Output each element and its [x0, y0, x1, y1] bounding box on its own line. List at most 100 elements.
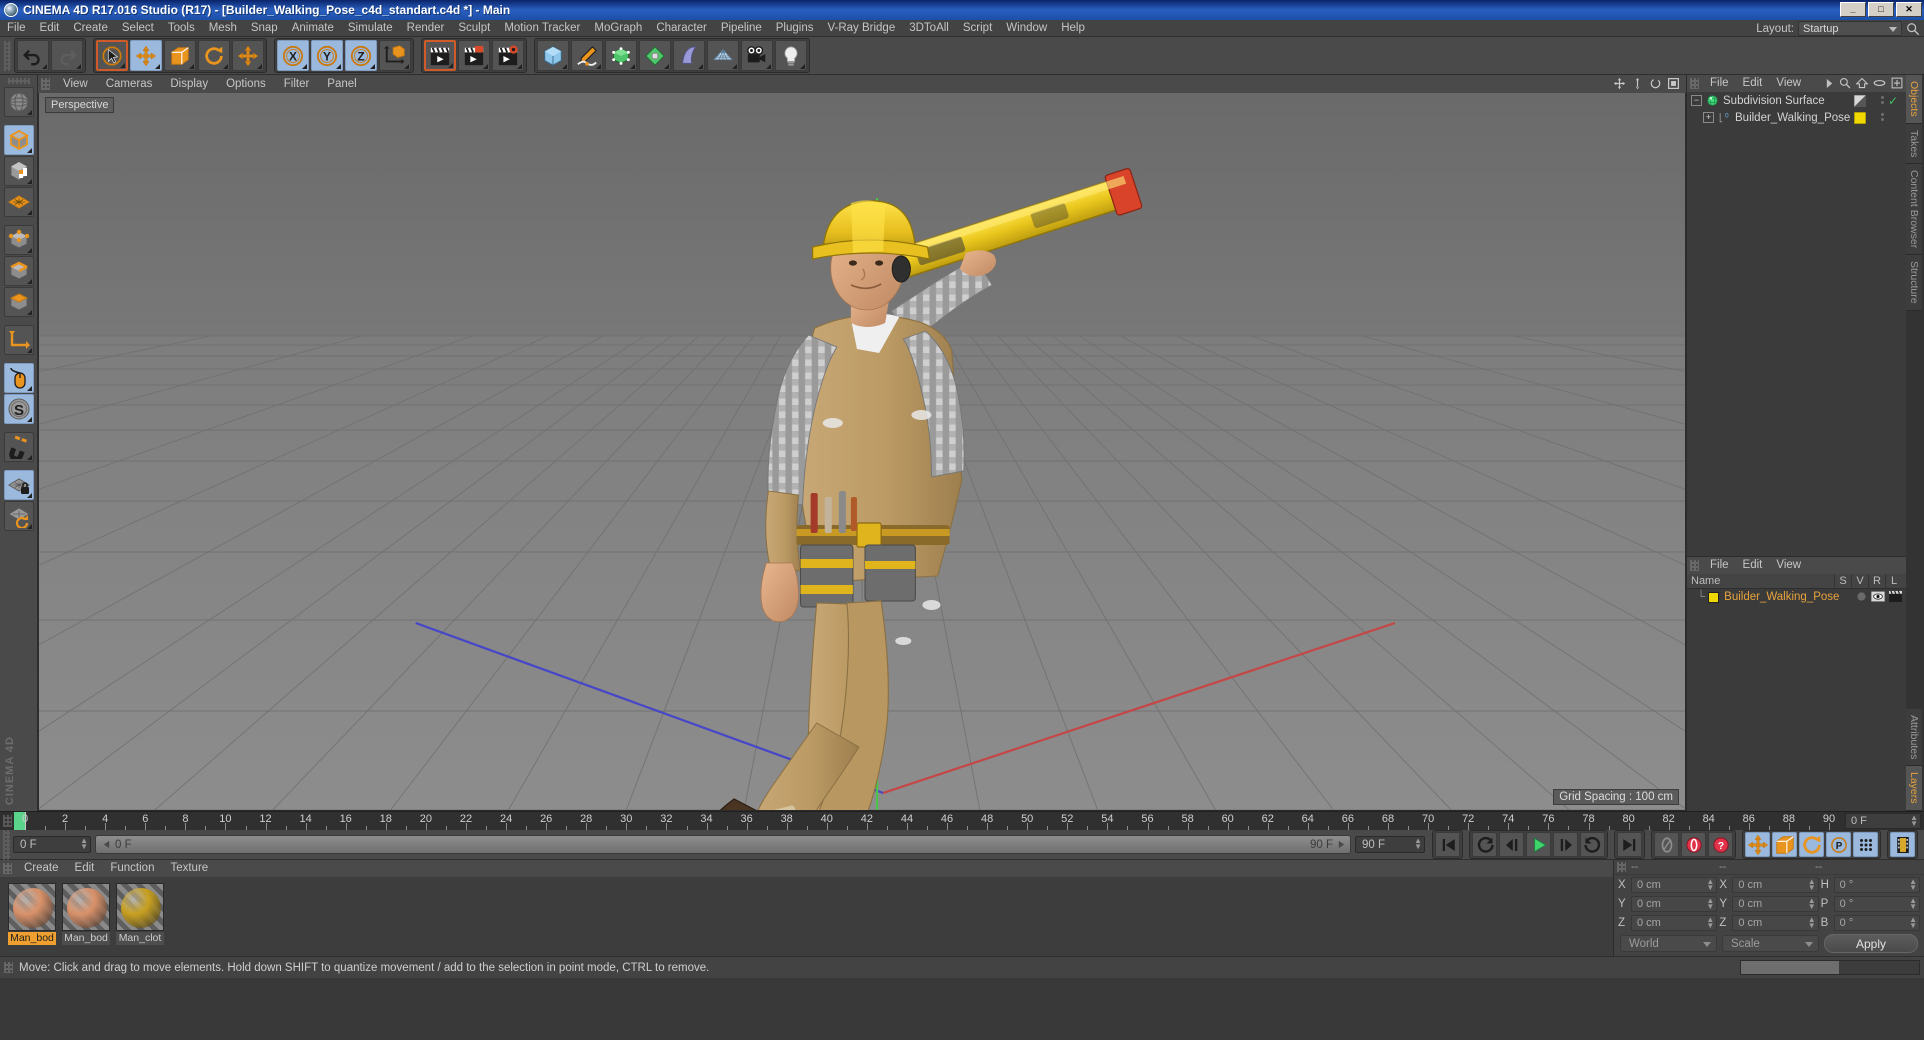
edges-mode-button[interactable]	[3, 256, 34, 286]
move-tool-button[interactable]	[130, 40, 162, 71]
menu-item-v-ray-bridge[interactable]: V-Ray Bridge	[820, 20, 902, 37]
size-x-field[interactable]: 0 cm ▲ ▼	[1732, 876, 1819, 893]
new-layer-icon[interactable]	[1891, 77, 1903, 89]
undo-view-button[interactable]	[3, 87, 34, 117]
material-menu-create[interactable]: Create	[16, 860, 67, 877]
viewport-menu-display[interactable]: Display	[161, 75, 217, 93]
lock-z-axis-button[interactable]: Z	[345, 40, 377, 71]
layer-manager-menu-view[interactable]: View	[1769, 557, 1808, 574]
polygons-mode-button[interactable]	[3, 287, 34, 317]
spinner-icon[interactable]: ▲ ▼	[1909, 877, 1917, 891]
spinner-icon[interactable]: ▲ ▼	[1706, 896, 1714, 910]
add-deformer-button[interactable]	[639, 40, 671, 71]
side-tab-structure[interactable]: Structure	[1906, 255, 1922, 311]
transform-tool-button[interactable]	[232, 40, 264, 71]
viewport-3d[interactable]: Perspective Grid Spacing : 100 cm	[38, 93, 1686, 811]
minimize-button[interactable]: _	[1840, 2, 1866, 17]
search-icon[interactable]	[1906, 22, 1920, 36]
layer-manager-menu-file[interactable]: File	[1703, 557, 1736, 574]
viewport-menu-options[interactable]: Options	[217, 75, 275, 93]
render-settings-button[interactable]	[492, 40, 524, 71]
position-z-field[interactable]: 0 cm ▲ ▼	[1631, 914, 1718, 931]
menu-item-snap[interactable]: Snap	[244, 20, 285, 37]
material-cell[interactable]: Man_bod	[8, 883, 56, 956]
param-key-button[interactable]: P	[1826, 832, 1851, 857]
viewport-menu-panel[interactable]: Panel	[318, 75, 365, 93]
rotation-key-button[interactable]	[1799, 832, 1824, 857]
object-manager-list[interactable]: − Subdivision Surface ✓ +0 Builder_Walking_P…	[1687, 92, 1906, 556]
menu-item-plugins[interactable]: Plugins	[769, 20, 821, 37]
menu-item-3dtoall[interactable]: 3DToAll	[902, 20, 956, 37]
position-y-field[interactable]: 0 cm ▲ ▼	[1631, 895, 1718, 912]
layer-manager-menu-edit[interactable]: Edit	[1736, 557, 1770, 574]
world-object-coordinates-button[interactable]	[379, 40, 411, 71]
playhead[interactable]	[25, 812, 26, 830]
close-button[interactable]: ✕	[1896, 2, 1922, 17]
viewport-menu-view[interactable]: View	[54, 75, 97, 93]
visibility-dots-icon[interactable]	[1881, 113, 1884, 121]
coordinates-grip[interactable]	[1617, 862, 1626, 872]
menu-item-select[interactable]: Select	[115, 20, 161, 37]
lock-x-axis-button[interactable]: X	[277, 40, 309, 71]
yellow-tag[interactable]	[1853, 111, 1867, 125]
viewport-menu-cameras[interactable]: Cameras	[97, 75, 162, 93]
material-preview[interactable]	[8, 883, 56, 931]
viewport-menu-filter[interactable]: Filter	[275, 75, 319, 93]
display-tag[interactable]	[1853, 94, 1867, 108]
go-to-end-button[interactable]	[1617, 832, 1642, 857]
spinner-icon[interactable]: ▲ ▼	[1910, 814, 1918, 828]
search-icon[interactable]	[1839, 77, 1851, 89]
menu-item-simulate[interactable]: Simulate	[341, 20, 400, 37]
point-level-animation-button[interactable]	[1853, 832, 1878, 857]
menu-item-mograph[interactable]: MoGraph	[587, 20, 649, 37]
menu-item-motion-tracker[interactable]: Motion Tracker	[497, 20, 587, 37]
spinner-icon[interactable]: ▲ ▼	[1909, 915, 1917, 929]
add-generator-button[interactable]	[605, 40, 637, 71]
end-frame-field[interactable]: 90 F ▲ ▼	[1355, 836, 1425, 853]
render-clapper-icon[interactable]	[1889, 591, 1902, 602]
add-primitive-button[interactable]	[537, 40, 569, 71]
menu-item-pipeline[interactable]: Pipeline	[714, 20, 769, 37]
toolbar-grip[interactable]	[4, 40, 11, 71]
model-mode-button[interactable]	[3, 125, 34, 155]
solo-dot-icon[interactable]	[1856, 591, 1867, 602]
viewport-menu-grip[interactable]	[41, 78, 50, 90]
menu-item-file[interactable]: File	[0, 20, 33, 37]
spinner-icon[interactable]: ▲ ▼	[1414, 837, 1422, 851]
scale-key-button[interactable]	[1772, 832, 1797, 857]
status-bar-grip[interactable]	[4, 962, 13, 973]
layer-color-swatch[interactable]	[1708, 591, 1720, 603]
material-menu-function[interactable]: Function	[102, 860, 162, 877]
workplane-mode-button[interactable]	[3, 187, 34, 217]
record-active-objects-button[interactable]	[1654, 832, 1679, 857]
play-button[interactable]	[1526, 832, 1551, 857]
position-key-button[interactable]	[1745, 832, 1770, 857]
object-row[interactable]: +0 Builder_Walking_Pose	[1687, 109, 1906, 126]
step-back-button[interactable]	[1499, 832, 1524, 857]
material-manager-grip[interactable]	[3, 863, 12, 874]
timeline-grip[interactable]	[3, 815, 12, 827]
add-scene-object-button[interactable]	[673, 40, 705, 71]
material-preview[interactable]	[62, 883, 110, 931]
visibility-dots-icon[interactable]	[1881, 96, 1884, 104]
material-cell[interactable]: Man_clot	[116, 883, 164, 956]
keyframe-selection-button[interactable]: ?	[1708, 832, 1733, 857]
scale-tool-button[interactable]	[164, 40, 196, 71]
soft-selection-button[interactable]: S	[3, 394, 34, 424]
material-grid[interactable]: Man_bod Man_bod Man_clot	[0, 877, 1613, 956]
workplane-rotate-button[interactable]	[3, 501, 34, 531]
visibility-eye-icon[interactable]	[1871, 591, 1885, 602]
side-tab-takes[interactable]: Takes	[1906, 123, 1922, 165]
add-light-button[interactable]	[775, 40, 807, 71]
object-manager-grip[interactable]	[1690, 78, 1699, 89]
rotate-tool-button[interactable]	[198, 40, 230, 71]
menu-item-create[interactable]: Create	[66, 20, 115, 37]
rotation-b-field[interactable]: 0 ° ▲ ▼	[1833, 914, 1920, 931]
object-manager-menu-file[interactable]: File	[1703, 75, 1736, 92]
enable-snap-button[interactable]	[3, 432, 34, 462]
menu-item-sculpt[interactable]: Sculpt	[451, 20, 497, 37]
ellipse-icon[interactable]	[1873, 78, 1886, 88]
step-forward-button[interactable]	[1553, 832, 1578, 857]
spinner-icon[interactable]: ▲ ▼	[1808, 896, 1816, 910]
add-camera-button[interactable]	[741, 40, 773, 71]
